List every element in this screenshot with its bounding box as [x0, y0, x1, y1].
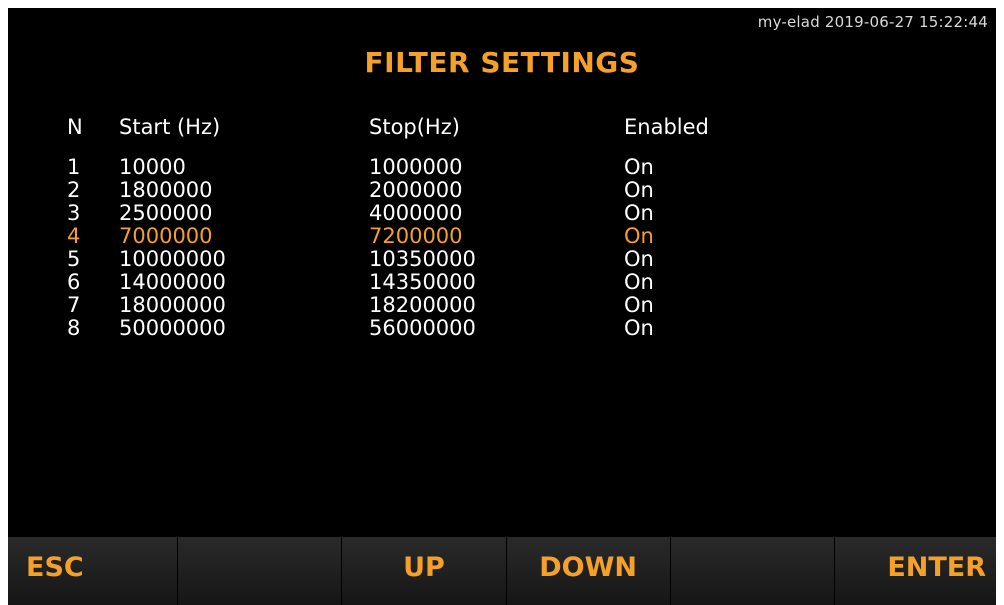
enabled-status: On — [624, 270, 654, 294]
start-frequency: 10000000 — [119, 247, 226, 271]
stop-frequency: 1000000 — [369, 155, 463, 179]
stop-frequency: 10350000 — [369, 247, 476, 271]
device-screen: my-elad 2019-06-27 15:22:44 FILTER SETTI… — [8, 8, 996, 605]
table-row[interactable]: 7 18000000 18200000 On — [8, 294, 996, 317]
row-number: 6 — [67, 270, 81, 294]
esc-button-label: ESC — [26, 551, 84, 583]
table-row[interactable]: 2 1800000 2000000 On — [8, 179, 996, 202]
start-frequency: 18000000 — [119, 293, 226, 317]
page-title: FILTER SETTINGS — [364, 46, 640, 79]
enabled-status: On — [624, 201, 654, 225]
up-button[interactable]: UP — [341, 535, 506, 605]
stop-frequency: 4000000 — [369, 201, 463, 225]
stop-frequency: 56000000 — [369, 316, 476, 340]
enabled-status: On — [624, 178, 654, 202]
column-header-stop: Stop(Hz) — [369, 115, 460, 139]
down-button[interactable]: DOWN — [505, 535, 670, 605]
table-row[interactable]: 3 2500000 4000000 On — [8, 202, 996, 225]
stop-frequency: 14350000 — [369, 270, 476, 294]
column-header-enabled: Enabled — [624, 115, 709, 139]
up-button-label: UP — [403, 551, 445, 583]
stop-frequency: 7200000 — [369, 224, 463, 248]
stop-frequency: 18200000 — [369, 293, 476, 317]
softkey-blank-2[interactable] — [177, 535, 342, 605]
esc-button[interactable]: ESC — [8, 535, 178, 605]
enter-button[interactable]: ENTER — [833, 535, 996, 605]
row-number: 7 — [67, 293, 81, 317]
row-number: 8 — [67, 316, 81, 340]
start-frequency: 7000000 — [119, 224, 213, 248]
stop-frequency: 2000000 — [369, 178, 463, 202]
start-frequency: 10000 — [119, 155, 186, 179]
table-row[interactable]: 6 14000000 14350000 On — [8, 271, 996, 294]
column-header-n: N — [67, 115, 83, 139]
start-frequency: 1800000 — [119, 178, 213, 202]
row-number: 2 — [67, 178, 81, 202]
device-datetime: my-elad 2019-06-27 15:22:44 — [757, 13, 988, 31]
table-row[interactable]: 1 10000 1000000 On — [8, 156, 996, 179]
row-number: 3 — [67, 201, 81, 225]
start-frequency: 14000000 — [119, 270, 226, 294]
table-row[interactable]: 5 10000000 10350000 On — [8, 248, 996, 271]
start-frequency: 2500000 — [119, 201, 213, 225]
table-row[interactable]: 8 50000000 56000000 On — [8, 317, 996, 340]
enter-button-label: ENTER — [887, 551, 987, 583]
enabled-status: On — [624, 224, 654, 248]
row-number: 5 — [67, 247, 81, 271]
row-number: 4 — [67, 224, 81, 248]
enabled-status: On — [624, 247, 654, 271]
enabled-status: On — [624, 293, 654, 317]
enabled-status: On — [624, 316, 654, 340]
softkey-bar: ESC UP DOWN ENTER — [8, 535, 996, 605]
enabled-status: On — [624, 155, 654, 179]
down-button-label: DOWN — [539, 551, 637, 583]
column-header-start: Start (Hz) — [119, 115, 221, 139]
start-frequency: 50000000 — [119, 316, 226, 340]
table-row-selected[interactable]: 4 7000000 7200000 On — [8, 225, 996, 248]
table-header-row: N Start (Hz) Stop(Hz) Enabled — [8, 116, 996, 156]
softkey-blank-5[interactable] — [669, 535, 834, 605]
row-number: 1 — [67, 155, 81, 179]
filter-table: N Start (Hz) Stop(Hz) Enabled 1 10000 10… — [8, 116, 996, 340]
